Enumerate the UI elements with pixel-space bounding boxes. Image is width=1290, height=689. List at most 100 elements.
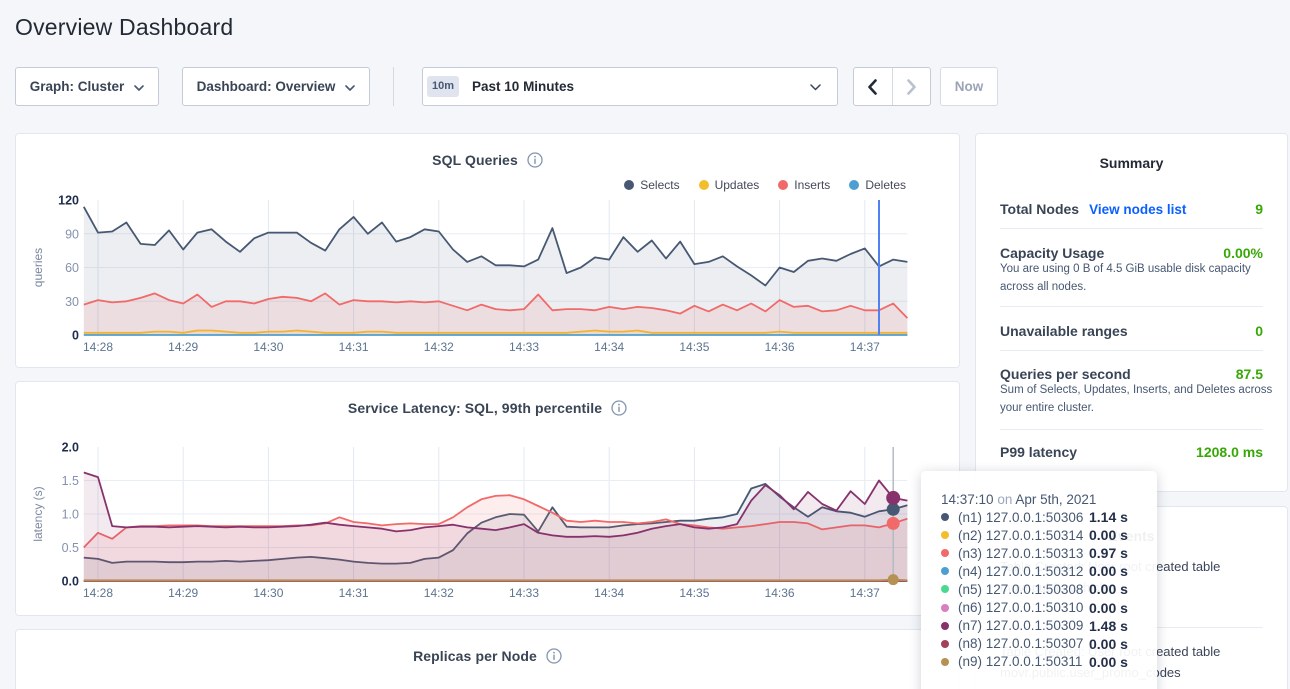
dashboard-dropdown[interactable]: Dashboard: Overview xyxy=(182,67,370,106)
series-color-dot xyxy=(941,567,949,575)
summary-row-value: 0 xyxy=(1255,323,1263,339)
svg-text:14:36: 14:36 xyxy=(765,340,795,354)
series-color-dot xyxy=(941,658,949,666)
summary-row-header: Queries per second 87.5 xyxy=(1000,366,1263,382)
summary-row-label: Queries per second xyxy=(1000,366,1131,382)
toolbar-divider xyxy=(393,67,394,106)
svg-text:14:28: 14:28 xyxy=(83,340,113,354)
summary-row-header: Total Nodes View nodes list 9 xyxy=(1000,201,1263,217)
svg-text:2.0: 2.0 xyxy=(62,441,79,455)
series-color-dot xyxy=(941,513,949,521)
summary-row-header: Unavailable ranges 0 xyxy=(1000,323,1263,339)
svg-text:0.0: 0.0 xyxy=(62,575,79,589)
series-color-dot xyxy=(941,622,949,630)
summary-row: Capacity Usage0.00%You are using 0 B of … xyxy=(1000,229,1263,307)
summary-row: Total Nodes View nodes list 9 xyxy=(1000,171,1263,229)
summary-row-label: Total Nodes xyxy=(1000,201,1079,217)
svg-text:14:33: 14:33 xyxy=(509,586,539,600)
summary-row-label: Capacity Usage xyxy=(1000,245,1104,261)
chevron-left-icon xyxy=(868,79,877,95)
chart-title: Replicas per Node xyxy=(413,648,537,664)
time-pager xyxy=(853,67,931,106)
svg-text:latency (s): latency (s) xyxy=(31,486,45,541)
graph-scope-dropdown-label: Graph: Cluster xyxy=(30,79,125,94)
svg-text:14:32: 14:32 xyxy=(424,586,454,600)
tooltip-node-value: 0.00 s xyxy=(1089,636,1128,652)
tooltip-row: (n5) 127.0.0.1:503080.00 s xyxy=(941,580,1143,598)
summary-title: Summary xyxy=(976,134,1287,171)
svg-text:30: 30 xyxy=(65,295,79,309)
svg-text:14:33: 14:33 xyxy=(509,340,539,354)
chevron-right-icon xyxy=(907,79,916,95)
tooltip-node-label: (n2) 127.0.0.1:50314 xyxy=(958,528,1089,543)
tooltip-node-value: 0.00 s xyxy=(1089,563,1128,579)
tooltip-row: (n6) 127.0.0.1:503100.00 s xyxy=(941,598,1143,616)
summary-row-label: Unavailable ranges xyxy=(1000,323,1128,339)
svg-text:14:34: 14:34 xyxy=(594,586,624,600)
chevron-down-icon xyxy=(810,78,821,96)
svg-text:14:28: 14:28 xyxy=(83,586,113,600)
svg-text:60: 60 xyxy=(65,261,79,275)
svg-text:14:29: 14:29 xyxy=(168,340,198,354)
tooltip-node-label: (n7) 127.0.0.1:50309 xyxy=(958,618,1089,633)
svg-text:90: 90 xyxy=(65,227,79,241)
page-title: Overview Dashboard xyxy=(15,14,233,41)
dashboard-dropdown-label: Dashboard: Overview xyxy=(197,79,336,94)
svg-text:14:30: 14:30 xyxy=(253,340,283,354)
series-color-dot xyxy=(941,585,949,593)
graph-scope-dropdown[interactable]: Graph: Cluster xyxy=(15,67,159,106)
summary-row-label: P99 latency xyxy=(1000,444,1077,460)
series-color-dot xyxy=(941,531,949,539)
tooltip-row: (n9) 127.0.0.1:503110.00 s xyxy=(941,653,1143,671)
summary-row-description: Sum of Selects, Updates, Inserts, and De… xyxy=(1000,382,1276,417)
time-window-dropdown[interactable]: 10m Past 10 Minutes xyxy=(422,67,838,106)
tooltip-node-label: (n9) 127.0.0.1:50311 xyxy=(958,654,1089,669)
summary-panel: Summary Total Nodes View nodes list 9 Capac… xyxy=(975,133,1288,492)
tooltip-node-value: 0.97 s xyxy=(1089,545,1128,561)
prev-time-button[interactable] xyxy=(854,68,892,105)
time-window-badge: 10m xyxy=(427,76,459,97)
svg-text:14:35: 14:35 xyxy=(679,586,709,600)
summary-row-description: You are using 0 B of 4.5 GiB usable disk… xyxy=(1000,261,1276,296)
tooltip-node-label: (n4) 127.0.0.1:50312 xyxy=(958,564,1089,579)
tooltip-row: (n4) 127.0.0.1:503120.00 s xyxy=(941,562,1143,580)
tooltip-node-value: 1.14 s xyxy=(1089,509,1128,525)
svg-text:14:35: 14:35 xyxy=(679,340,709,354)
svg-text:14:34: 14:34 xyxy=(594,340,624,354)
tooltip-row: (n7) 127.0.0.1:503091.48 s xyxy=(941,617,1143,635)
tooltip-node-value: 0.00 s xyxy=(1089,654,1128,670)
tooltip-node-label: (n6) 127.0.0.1:50310 xyxy=(958,600,1089,615)
series-color-dot xyxy=(941,604,949,612)
svg-text:14:31: 14:31 xyxy=(339,340,369,354)
svg-text:1.5: 1.5 xyxy=(62,474,79,488)
svg-text:14:37: 14:37 xyxy=(850,586,880,600)
svg-text:queries: queries xyxy=(31,248,45,287)
svg-text:14:31: 14:31 xyxy=(339,586,369,600)
summary-row: Unavailable ranges 0 xyxy=(1000,307,1263,351)
tooltip-row: (n2) 127.0.0.1:503140.00 s xyxy=(941,526,1143,544)
svg-text:1.0: 1.0 xyxy=(62,508,79,522)
svg-text:14:36: 14:36 xyxy=(765,586,795,600)
series-color-dot xyxy=(941,640,949,648)
series-color-dot xyxy=(941,549,949,557)
view-nodes-list-link[interactable]: View nodes list xyxy=(1089,202,1186,217)
svg-text:14:32: 14:32 xyxy=(424,340,454,354)
chart-hover-tooltip: 14:37:10 on Apr 5th, 2021 (n1) 127.0.0.1… xyxy=(921,471,1157,689)
svg-text:0: 0 xyxy=(72,329,79,343)
replicas-per-node-chart-panel: Replicas per Node xyxy=(15,629,960,689)
now-button[interactable]: Now xyxy=(940,67,998,106)
svg-text:14:29: 14:29 xyxy=(168,586,198,600)
chevron-down-icon xyxy=(134,78,144,96)
svg-text:0.5: 0.5 xyxy=(62,541,79,555)
info-icon[interactable] xyxy=(546,648,562,664)
tooltip-row: (n3) 127.0.0.1:503130.97 s xyxy=(941,544,1143,562)
sql-queries-chart-panel: SQL QueriesSelectsUpdatesInsertsDeletes0… xyxy=(15,133,960,368)
summary-row-value: 1208.0 ms xyxy=(1196,444,1263,460)
summary-row-value: 9 xyxy=(1255,201,1263,217)
service-latency-sql-99th-percentile-plot: 0.00.51.01.52.014:2814:2914:3014:3114:32… xyxy=(16,382,961,617)
tooltip-timestamp: 14:37:10 on Apr 5th, 2021 xyxy=(941,492,1143,507)
next-time-button[interactable] xyxy=(892,68,931,105)
tooltip-node-value: 0.00 s xyxy=(1089,527,1128,543)
summary-row-value: 87.5 xyxy=(1236,366,1263,382)
summary-row: P99 latency 1208.0 ms xyxy=(1000,430,1263,470)
